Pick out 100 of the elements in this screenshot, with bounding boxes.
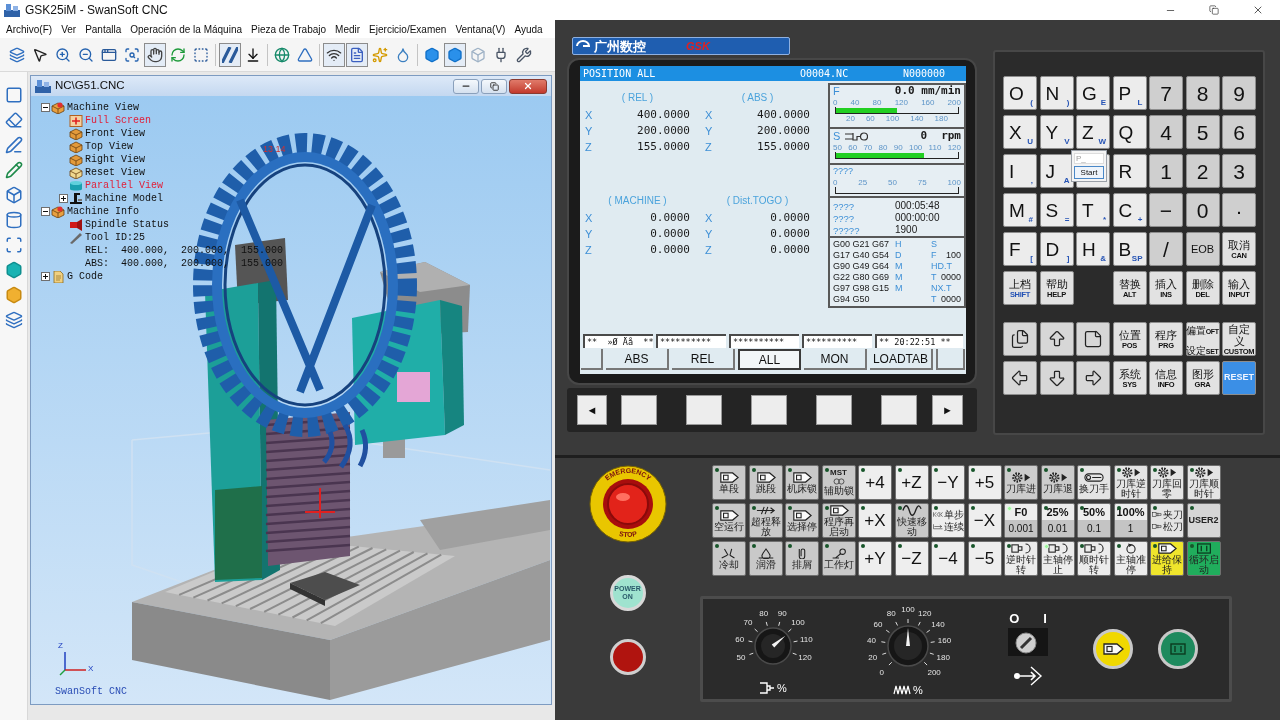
machine-button[interactable]: +Y — [858, 541, 892, 576]
tree-item[interactable]: Reset View — [85, 165, 145, 180]
menu-item[interactable]: Ayuda — [514, 21, 543, 37]
machine-button[interactable]: 程序再启动 — [821, 503, 856, 538]
keypad-key[interactable]: EOB — [1185, 232, 1220, 266]
machine-button[interactable]: 夹刀 松刀 — [1150, 503, 1184, 538]
keypad-key[interactable]: S = — [1039, 193, 1074, 227]
tree-item[interactable]: Right View — [85, 152, 145, 167]
keypad-key[interactable]: G E — [1076, 76, 1110, 110]
machine-button[interactable]: 排屑 — [785, 541, 819, 576]
previous-page-button[interactable]: ◄ — [577, 395, 607, 425]
machine-button[interactable]: 刀库退 — [1040, 465, 1075, 500]
machine-button[interactable]: 机床锁 — [785, 465, 819, 500]
machine-button[interactable]: 主轴停止 — [1040, 541, 1075, 576]
softkey-button[interactable] — [686, 395, 722, 425]
keypad-key[interactable] — [1039, 322, 1074, 356]
machine-button[interactable]: 逆时针转 — [1004, 541, 1038, 576]
keypad-key[interactable]: 7 — [1149, 76, 1183, 110]
keypad-key[interactable]: Q — [1112, 115, 1147, 149]
feed-hold-button[interactable] — [1093, 629, 1133, 669]
machine-button[interactable]: F0 0.001 — [1004, 503, 1038, 538]
softkey-button[interactable] — [816, 395, 852, 425]
menu-item[interactable]: Medir — [335, 21, 361, 37]
layers-icon[interactable] — [4, 311, 23, 329]
hexagon-icon[interactable] — [4, 286, 23, 304]
keypad-key[interactable]: · — [1222, 193, 1256, 227]
close-button[interactable] — [509, 78, 547, 94]
machine-button[interactable]: 冷却 — [712, 541, 746, 576]
machine-button[interactable]: +X — [858, 503, 892, 538]
keypad-key[interactable] — [1003, 322, 1037, 356]
machine-button[interactable]: 50% 0.1 — [1077, 503, 1111, 538]
machine-button[interactable]: 单段 — [712, 465, 746, 500]
tree-item[interactable]: Tool ID:25 — [85, 230, 145, 245]
toolbar-button[interactable] — [144, 42, 166, 67]
keypad-key[interactable]: 6 — [1222, 115, 1256, 149]
square-icon[interactable] — [4, 86, 23, 104]
keypad-key[interactable]: 8 — [1185, 76, 1220, 110]
menu-item[interactable]: Ver — [61, 21, 77, 37]
start-button[interactable]: Start — [1074, 166, 1104, 179]
softkey-tab[interactable]: ALL — [738, 349, 801, 370]
keypad-key[interactable]: J A — [1039, 154, 1074, 188]
menu-item[interactable]: Archivo(F) — [6, 21, 53, 37]
keypad-key[interactable]: 0 — [1185, 193, 1220, 227]
tree-item[interactable]: Spindle Status — [85, 217, 169, 232]
machine-button[interactable]: 刀库逆时针 — [1113, 465, 1148, 500]
keypad-key[interactable]: Y V — [1039, 115, 1074, 149]
machine-button[interactable]: +5 — [967, 465, 1002, 500]
machine-button[interactable]: 润滑 — [748, 541, 783, 576]
eraser-icon[interactable] — [4, 111, 23, 129]
machine-button[interactable]: 超程释放 — [748, 503, 783, 538]
keypad-key[interactable] — [1076, 322, 1110, 356]
keypad-key[interactable]: H & — [1076, 232, 1110, 266]
keypad-key[interactable]: Z W — [1076, 115, 1110, 149]
menu-item[interactable]: Pieza de Trabajo — [251, 21, 327, 37]
machine-button[interactable]: 刀库回零 — [1150, 465, 1184, 500]
keypad-key[interactable] — [1076, 361, 1110, 395]
machine-button[interactable]: 循环启动 — [1186, 541, 1221, 576]
softkey-button[interactable] — [751, 395, 787, 425]
tree-item[interactable]: Top View — [85, 139, 133, 154]
keypad-key[interactable]: T * — [1076, 193, 1110, 227]
machine-button[interactable]: 顺时针转 — [1077, 541, 1111, 576]
menu-item[interactable]: Pantalla — [85, 21, 122, 37]
keypad-key[interactable]: 3 — [1222, 154, 1256, 188]
keypad-key[interactable] — [1003, 361, 1037, 395]
keypad-key[interactable]: 2 — [1185, 154, 1220, 188]
machine-button[interactable]: MST 辅助锁 — [821, 465, 856, 500]
tree-toggle[interactable] — [40, 103, 50, 112]
keypad-key[interactable]: 1 — [1149, 154, 1183, 188]
minimize-button[interactable] — [453, 78, 479, 94]
keypad-key[interactable]: X U — [1003, 115, 1037, 149]
keypad-key[interactable]: O ( — [1003, 76, 1037, 110]
next-page-button[interactable]: ► — [932, 395, 963, 425]
machine-button[interactable]: −Z — [894, 541, 929, 576]
machine-button[interactable]: 空运行 — [712, 503, 746, 538]
machine-button[interactable]: 25% 0.01 — [1040, 503, 1075, 538]
machine-button[interactable]: 主轴准停 — [1113, 541, 1148, 576]
machine-button[interactable]: 跳段 — [748, 465, 783, 500]
softkey-button[interactable] — [621, 395, 657, 425]
machine-button[interactable]: +4 — [858, 465, 892, 500]
tree-item[interactable]: Front View — [85, 126, 145, 141]
tree-toggle[interactable] — [40, 272, 50, 281]
keypad-key[interactable]: − — [1149, 193, 1183, 227]
tree-item[interactable]: Machine Info — [67, 204, 139, 219]
softkey-tab[interactable]: MON — [804, 349, 867, 370]
softkey-tab[interactable]: REL — [672, 349, 735, 370]
toolbar-button[interactable] — [219, 42, 241, 67]
keypad-key[interactable] — [1039, 361, 1074, 395]
machine-button[interactable]: 换刀手 — [1077, 465, 1111, 500]
cycle-start-button[interactable] — [1158, 629, 1198, 669]
power-off-button[interactable] — [609, 639, 646, 675]
tree-item[interactable]: G Code — [67, 269, 103, 284]
keypad-key[interactable]: 5 — [1185, 115, 1220, 149]
keypad-key[interactable]: 4 — [1149, 115, 1183, 149]
keypad-key[interactable]: 9 — [1222, 76, 1256, 110]
machine-button[interactable]: +Z — [894, 465, 929, 500]
keypad-key[interactable]: F [ — [1003, 232, 1037, 266]
machine-button[interactable]: 100% 1 — [1113, 503, 1148, 538]
box-icon[interactable] — [4, 186, 23, 204]
softkey-button[interactable] — [881, 395, 917, 425]
machine-button[interactable]: 单步 连续 — [931, 503, 965, 538]
